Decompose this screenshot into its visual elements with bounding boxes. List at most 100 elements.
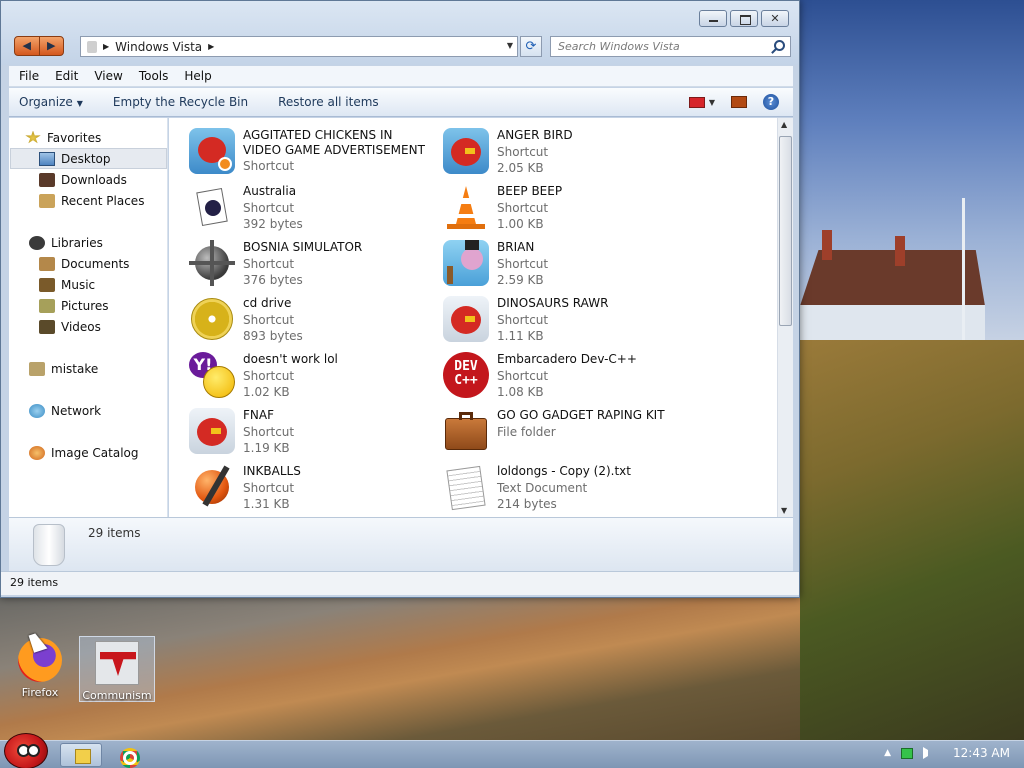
taskbar-chrome-button[interactable] bbox=[112, 743, 154, 768]
breadcrumb-windows-vista[interactable]: Windows Vista bbox=[115, 40, 202, 54]
search-input[interactable] bbox=[551, 37, 761, 56]
file-size: 214 bytes bbox=[497, 497, 557, 511]
breadcrumb-arrow-icon[interactable]: ▶ bbox=[103, 42, 109, 51]
nav-label: Libraries bbox=[51, 235, 103, 250]
nav-favorites[interactable]: Favorites bbox=[25, 127, 182, 148]
menu-tools[interactable]: Tools bbox=[131, 69, 177, 83]
file-item[interactable]: FNAF Shortcut 1.19 KB bbox=[189, 408, 439, 464]
briefcase-icon bbox=[443, 408, 489, 454]
file-item[interactable]: GO GO GADGET RAPING KIT File folder bbox=[443, 408, 693, 464]
user-folder-icon bbox=[29, 361, 45, 376]
forward-button[interactable]: ▶ bbox=[38, 37, 64, 55]
details-item-count: 29 items bbox=[88, 526, 141, 540]
address-bar[interactable]: ▶ Windows Vista ▶ ▼ bbox=[80, 36, 518, 57]
scroll-down-icon[interactable]: ▼ bbox=[781, 506, 787, 515]
file-item[interactable]: ANGER BIRD Shortcut 2.05 KB bbox=[443, 128, 693, 184]
menu-edit[interactable]: Edit bbox=[47, 69, 86, 83]
search-icon[interactable] bbox=[774, 40, 785, 51]
nav-label: Network bbox=[51, 403, 102, 418]
maximize-button[interactable] bbox=[730, 10, 758, 27]
file-type: Shortcut bbox=[497, 145, 549, 159]
file-name: FNAF bbox=[243, 408, 274, 422]
desktop-icon-communism[interactable]: Communism bbox=[79, 636, 155, 702]
file-item[interactable]: Y! doesn't work lol Shortcut 1.02 KB bbox=[189, 352, 439, 408]
menu-bar: File Edit View Tools Help bbox=[9, 66, 793, 87]
file-item[interactable]: BOSNIA SIMULATOR Shortcut 376 bytes bbox=[189, 240, 439, 296]
network-status-icon[interactable] bbox=[901, 747, 914, 759]
recycle-bin-window[interactable]: ✕ ◀ ▶ ▶ Windows Vista ▶ ▼ ⟳ File Edit Vi… bbox=[0, 0, 800, 598]
angry-bird-rio-icon bbox=[189, 128, 235, 174]
file-type: Shortcut bbox=[243, 313, 295, 327]
file-name: doesn't work lol bbox=[243, 352, 338, 366]
vertical-scrollbar[interactable]: ▲ ▼ bbox=[777, 118, 793, 517]
yahoo-messenger-icon: Y! bbox=[189, 352, 235, 398]
volume-icon[interactable] bbox=[923, 747, 935, 759]
desktop-icon-label: Firefox bbox=[21, 686, 59, 699]
breadcrumb-arrow-icon[interactable]: ▶ bbox=[208, 42, 214, 51]
nav-label: Pictures bbox=[61, 298, 109, 313]
clock[interactable]: 12:43 AM bbox=[953, 746, 1010, 760]
file-size: 1.08 KB bbox=[497, 385, 544, 399]
file-type: Shortcut bbox=[497, 369, 549, 383]
help-icon[interactable]: ? bbox=[763, 94, 779, 110]
file-item[interactable]: loldongs - Copy (2).txt Text Document 21… bbox=[443, 464, 693, 517]
file-size: 392 bytes bbox=[243, 217, 303, 231]
start-button[interactable] bbox=[4, 733, 48, 768]
file-item[interactable]: INKBALLS Shortcut 1.31 KB bbox=[189, 464, 439, 517]
file-name: Embarcadero Dev-C++ bbox=[497, 352, 637, 366]
refresh-button[interactable]: ⟳ bbox=[520, 36, 542, 57]
window-controls: ✕ bbox=[699, 10, 789, 27]
organize-button[interactable]: Organize ▼ bbox=[19, 95, 83, 109]
search-box[interactable] bbox=[550, 36, 791, 57]
back-button[interactable]: ◀ bbox=[15, 37, 39, 55]
address-dropdown-icon[interactable]: ▼ bbox=[507, 41, 513, 50]
file-size: 2.59 KB bbox=[497, 273, 544, 287]
file-type: Text Document bbox=[497, 481, 588, 495]
nav-label: Music bbox=[61, 277, 96, 292]
show-hidden-icons-icon[interactable]: ▲ bbox=[884, 748, 891, 758]
recycle-bin-icon bbox=[87, 40, 97, 53]
image-catalog-icon bbox=[29, 445, 45, 460]
file-type: Shortcut bbox=[243, 201, 295, 215]
menu-view[interactable]: View bbox=[86, 69, 130, 83]
menu-file[interactable]: File bbox=[11, 69, 47, 83]
scroll-thumb[interactable] bbox=[779, 136, 792, 326]
file-item[interactable]: BRIAN Shortcut 2.59 KB bbox=[443, 240, 693, 296]
nav-network[interactable]: Network bbox=[29, 400, 186, 421]
file-item[interactable]: BEEP BEEP Shortcut 1.00 KB bbox=[443, 184, 693, 240]
preview-pane-icon[interactable] bbox=[731, 96, 747, 108]
file-type: Shortcut bbox=[497, 313, 549, 327]
pictures-icon bbox=[39, 298, 55, 313]
file-list[interactable]: AGGITATED CHICKENS IN VIDEO GAME ADVERTI… bbox=[169, 118, 777, 517]
file-item[interactable]: AGGITATED CHICKENS IN VIDEO GAME ADVERTI… bbox=[189, 128, 439, 184]
organize-label: Organize bbox=[19, 95, 73, 109]
file-item[interactable]: DINOSAURS RAWR Shortcut 1.11 KB bbox=[443, 296, 693, 352]
file-item[interactable]: DEV C++ Embarcadero Dev-C++ Shortcut 1.08… bbox=[443, 352, 693, 408]
angry-bird-slingshot-icon bbox=[443, 240, 489, 286]
file-name: Australia bbox=[243, 184, 297, 198]
change-view-icon[interactable] bbox=[688, 96, 705, 108]
nav-label: Downloads bbox=[61, 172, 127, 187]
communism-icon bbox=[95, 641, 139, 685]
file-size: 1.11 KB bbox=[497, 329, 544, 343]
file-size: 2.05 KB bbox=[497, 161, 544, 175]
scroll-up-icon[interactable]: ▲ bbox=[781, 120, 787, 129]
nav-desktop[interactable]: Desktop bbox=[10, 148, 167, 169]
minimize-button[interactable] bbox=[699, 10, 727, 27]
file-name: DINOSAURS RAWR bbox=[497, 296, 609, 310]
restore-all-items-button[interactable]: Restore all items bbox=[278, 95, 379, 109]
file-item[interactable]: Australia Shortcut 392 bytes bbox=[189, 184, 439, 240]
text-document-icon bbox=[443, 464, 489, 511]
spider-solitaire-icon bbox=[189, 184, 235, 230]
menu-help[interactable]: Help bbox=[176, 69, 219, 83]
nav-image-catalog[interactable]: Image Catalog bbox=[29, 442, 186, 463]
file-size: 1.00 KB bbox=[497, 217, 544, 231]
empty-recycle-bin-button[interactable]: Empty the Recycle Bin bbox=[113, 95, 248, 109]
chevron-down-icon[interactable]: ▼ bbox=[709, 98, 715, 107]
file-item[interactable]: cd drive Shortcut 893 bytes bbox=[189, 296, 439, 352]
videos-icon bbox=[39, 319, 55, 334]
taskbar-explorer-button[interactable] bbox=[60, 743, 102, 767]
close-button[interactable]: ✕ bbox=[761, 10, 789, 27]
nav-mistake[interactable]: mistake bbox=[29, 358, 186, 379]
nav-libraries[interactable]: Libraries bbox=[29, 232, 186, 253]
